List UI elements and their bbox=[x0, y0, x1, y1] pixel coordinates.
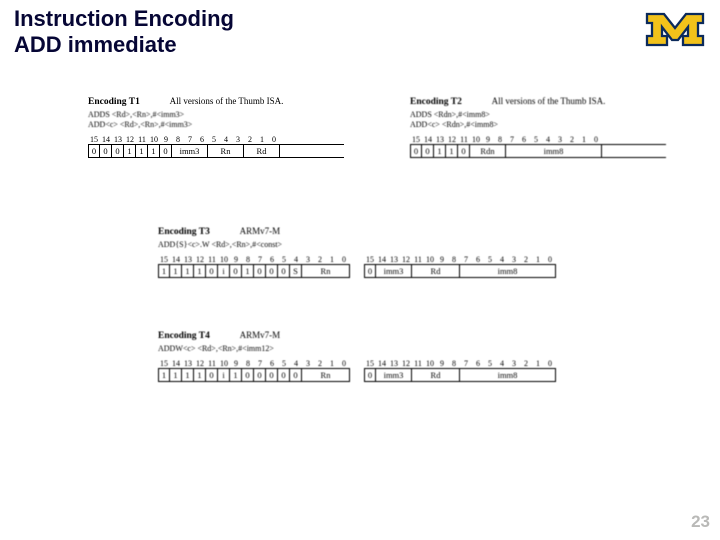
slide-title: Instruction Encoding ADD immediate bbox=[14, 6, 234, 58]
t3-label: Encoding T3 bbox=[158, 227, 210, 237]
t1-syntax-2: ADD<c> <Rd>,<Rn>,#<imm3> bbox=[88, 120, 344, 129]
t4-table: 1514131211109876543210 1 1 1 1 0 i 1 0 0… bbox=[158, 359, 588, 382]
t4-header: Encoding T4 ARMv7-M bbox=[158, 330, 588, 341]
michigan-m-logo bbox=[644, 8, 706, 53]
t2-syntax-2: ADD<c> <Rdn>,#<imm8> bbox=[410, 120, 666, 129]
t2-bit-numbers: 1514131211109876543210 bbox=[410, 135, 666, 144]
t2-note: All versions of the Thumb ISA. bbox=[492, 96, 606, 106]
encoding-t1: Encoding T1 All versions of the Thumb IS… bbox=[88, 96, 344, 158]
t3-lo: 1514131211109876543210 0 imm3 Rd imm8 bbox=[364, 255, 556, 278]
title-line-2: ADD immediate bbox=[14, 32, 234, 58]
t2-header: Encoding T2 All versions of the Thumb IS… bbox=[410, 96, 666, 107]
t1-fields: 0 0 0 1 1 1 0 imm3 Rn Rd bbox=[88, 144, 344, 158]
t4-hi: 1514131211109876543210 1 1 1 1 0 i 1 0 0… bbox=[158, 359, 350, 382]
t1-note: All versions of the Thumb ISA. bbox=[170, 96, 284, 106]
t4-syntax-1: ADDW<c> <Rd>,<Rn>,#<imm12> bbox=[158, 344, 588, 353]
encoding-t2: Encoding T2 All versions of the Thumb IS… bbox=[410, 96, 666, 158]
t4-bits-lo: 1514131211109876543210 bbox=[364, 359, 556, 368]
t3-header: Encoding T3 ARMv7-M bbox=[158, 226, 588, 237]
t3-hi: 1514131211109876543210 1 1 1 1 0 i 0 1 0… bbox=[158, 255, 350, 278]
t1-bit-numbers: 1514131211109876543210 bbox=[88, 135, 344, 144]
t1-header: Encoding T1 All versions of the Thumb IS… bbox=[88, 96, 344, 107]
t4-note: ARMv7-M bbox=[240, 330, 281, 340]
encoding-t3: Encoding T3 ARMv7-M ADD{S}<c>.W <Rd>,<Rn… bbox=[158, 226, 588, 278]
t4-lo-fields: 0 imm3 Rd imm8 bbox=[364, 368, 556, 382]
slide: Instruction Encoding ADD immediate Encod… bbox=[0, 0, 720, 540]
t4-lo: 1514131211109876543210 0 imm3 Rd imm8 bbox=[364, 359, 556, 382]
t1-syntax-1: ADDS <Rd>,<Rn>,#<imm3> bbox=[88, 110, 344, 119]
t3-table: 1514131211109876543210 1 1 1 1 0 i 0 1 0… bbox=[158, 255, 588, 278]
t2-fields: 0 0 1 1 0 Rdn imm8 bbox=[410, 144, 666, 158]
t4-bits-hi: 1514131211109876543210 bbox=[158, 359, 350, 368]
encoding-t4: Encoding T4 ARMv7-M ADDW<c> <Rd>,<Rn>,#<… bbox=[158, 330, 588, 382]
t3-hi-fields: 1 1 1 1 0 i 0 1 0 0 0 S Rn bbox=[158, 264, 350, 278]
t2-label: Encoding T2 bbox=[410, 97, 462, 107]
logo-svg bbox=[644, 8, 706, 48]
t4-label: Encoding T4 bbox=[158, 331, 210, 341]
page-number: 23 bbox=[691, 512, 710, 532]
t2-table: 1514131211109876543210 0 0 1 1 0 Rdn imm… bbox=[410, 135, 666, 158]
t4-hi-fields: 1 1 1 1 0 i 1 0 0 0 0 0 Rn bbox=[158, 368, 350, 382]
t3-lo-fields: 0 imm3 Rd imm8 bbox=[364, 264, 556, 278]
t3-note: ARMv7-M bbox=[240, 226, 281, 236]
t3-bits-lo: 1514131211109876543210 bbox=[364, 255, 556, 264]
t1-label: Encoding T1 bbox=[88, 97, 140, 107]
t3-bits-hi: 1514131211109876543210 bbox=[158, 255, 350, 264]
t2-syntax-1: ADDS <Rdn>,#<imm8> bbox=[410, 110, 666, 119]
t3-syntax-1: ADD{S}<c>.W <Rd>,<Rn>,#<const> bbox=[158, 240, 588, 249]
t1-table: 1514131211109876543210 0 0 0 1 1 1 0 imm… bbox=[88, 135, 344, 158]
title-line-1: Instruction Encoding bbox=[14, 6, 234, 32]
